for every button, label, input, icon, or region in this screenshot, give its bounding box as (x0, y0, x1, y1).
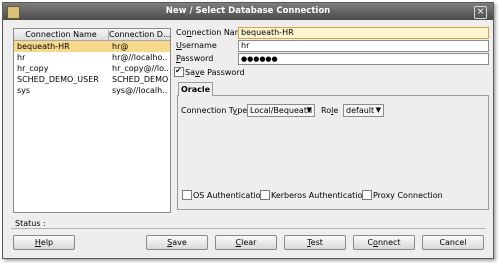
connection-details-cell: hr@//localho... (112, 53, 168, 62)
title-bar[interactable]: New / Select Database Connection × (3, 3, 493, 20)
save-password-checkbox[interactable] (174, 66, 184, 77)
status-label: Status : (15, 219, 46, 228)
help-button[interactable]: Help (13, 235, 75, 250)
button-label: lear (241, 238, 257, 247)
table-row[interactable]: bequeath-HR hr@ (14, 41, 170, 52)
table-row[interactable]: hr_copy hr_copy@//lo... (14, 63, 170, 74)
label-part: assword (180, 54, 214, 63)
label-part: pe (237, 106, 248, 115)
connection-dialog: New / Select Database Connection × Conne… (2, 2, 494, 259)
table-row[interactable]: SCHED_DEMO_USER SCHED_DEMO... (14, 74, 170, 85)
column-header-details[interactable]: Connection D... (109, 30, 170, 40)
chevron-down-icon: ▼ (306, 106, 312, 114)
connection-details-cell: hr_copy@//lo... (112, 64, 168, 73)
connections-table: Connection Name Connection D... bequeath… (13, 28, 171, 213)
button-label: nnect (377, 238, 401, 247)
table-header: Connection Name Connection D... (14, 29, 170, 41)
connection-name-cell: hr (17, 53, 26, 62)
os-authentication-label[interactable]: OS Authentication (193, 191, 266, 200)
connection-name-cell: SCHED_DEMO_USER (17, 75, 99, 84)
connection-details-cell: hr@ (112, 42, 129, 51)
close-icon: × (476, 7, 485, 17)
label-part: sername (181, 41, 217, 50)
button-label: est (310, 238, 323, 247)
button-label: elp (40, 238, 54, 247)
proxy-connection-checkbox[interactable] (362, 190, 372, 200)
label-part: e Password (199, 68, 245, 77)
label-part: Sa (185, 68, 195, 77)
save-button[interactable]: Save (146, 235, 208, 250)
save-password-label[interactable]: Save Password (185, 68, 245, 77)
connection-name-label: Connection Name (176, 28, 247, 37)
button-label: ave (172, 238, 187, 247)
label-part: Co (176, 28, 187, 37)
connection-name-cell: hr_copy (17, 64, 49, 73)
divider (11, 228, 486, 229)
tab-oracle[interactable]: Oracle (178, 82, 213, 96)
password-label: Password (176, 54, 213, 63)
column-header-name[interactable]: Connection Name (14, 30, 109, 40)
username-input[interactable]: hr (238, 40, 489, 52)
label-part: e (333, 106, 339, 115)
label-part: Connection T (181, 106, 233, 115)
connection-type-label: Connection Type (181, 106, 247, 115)
connection-name-cell: bequeath-HR (17, 42, 70, 51)
connection-type-select[interactable]: Local/Bequeath ▼ (247, 104, 315, 117)
kerberos-authentication-checkbox[interactable] (260, 190, 270, 200)
connection-name-cell: sys (17, 86, 31, 95)
connection-details-cell: sys@//localh... (112, 86, 168, 95)
table-row[interactable]: hr hr@//localho... (14, 52, 170, 63)
role-label: Role (321, 106, 338, 115)
connection-type-value: Local/Bequeath (250, 106, 313, 115)
connection-name-input[interactable]: bequeath-HR (238, 27, 489, 39)
kerberos-authentication-label[interactable]: Kerberos Authentication (271, 191, 368, 200)
connect-button[interactable]: Connect (353, 235, 415, 250)
username-label: Username (176, 41, 217, 50)
chevron-down-icon: ▼ (375, 106, 381, 114)
role-value: default (346, 106, 375, 115)
connection-details-cell: SCHED_DEMO... (112, 75, 168, 84)
clear-button[interactable]: Clear (215, 235, 277, 250)
label-part: Ro (321, 106, 332, 115)
cancel-button[interactable]: Cancel (422, 235, 484, 250)
role-select[interactable]: default ▼ (343, 104, 384, 117)
table-row[interactable]: sys sys@//localh... (14, 85, 170, 96)
proxy-connection-label[interactable]: Proxy Connection (373, 191, 443, 200)
window-title: New / Select Database Connection (165, 6, 331, 16)
close-button[interactable]: × (474, 6, 487, 19)
test-button[interactable]: Test (284, 235, 346, 250)
os-authentication-checkbox[interactable] (182, 190, 192, 200)
password-input[interactable]: ●●●●●● (238, 53, 489, 65)
oracle-tab-panel: Connection Type Local/Bequeath ▼ Role de… (177, 95, 489, 210)
